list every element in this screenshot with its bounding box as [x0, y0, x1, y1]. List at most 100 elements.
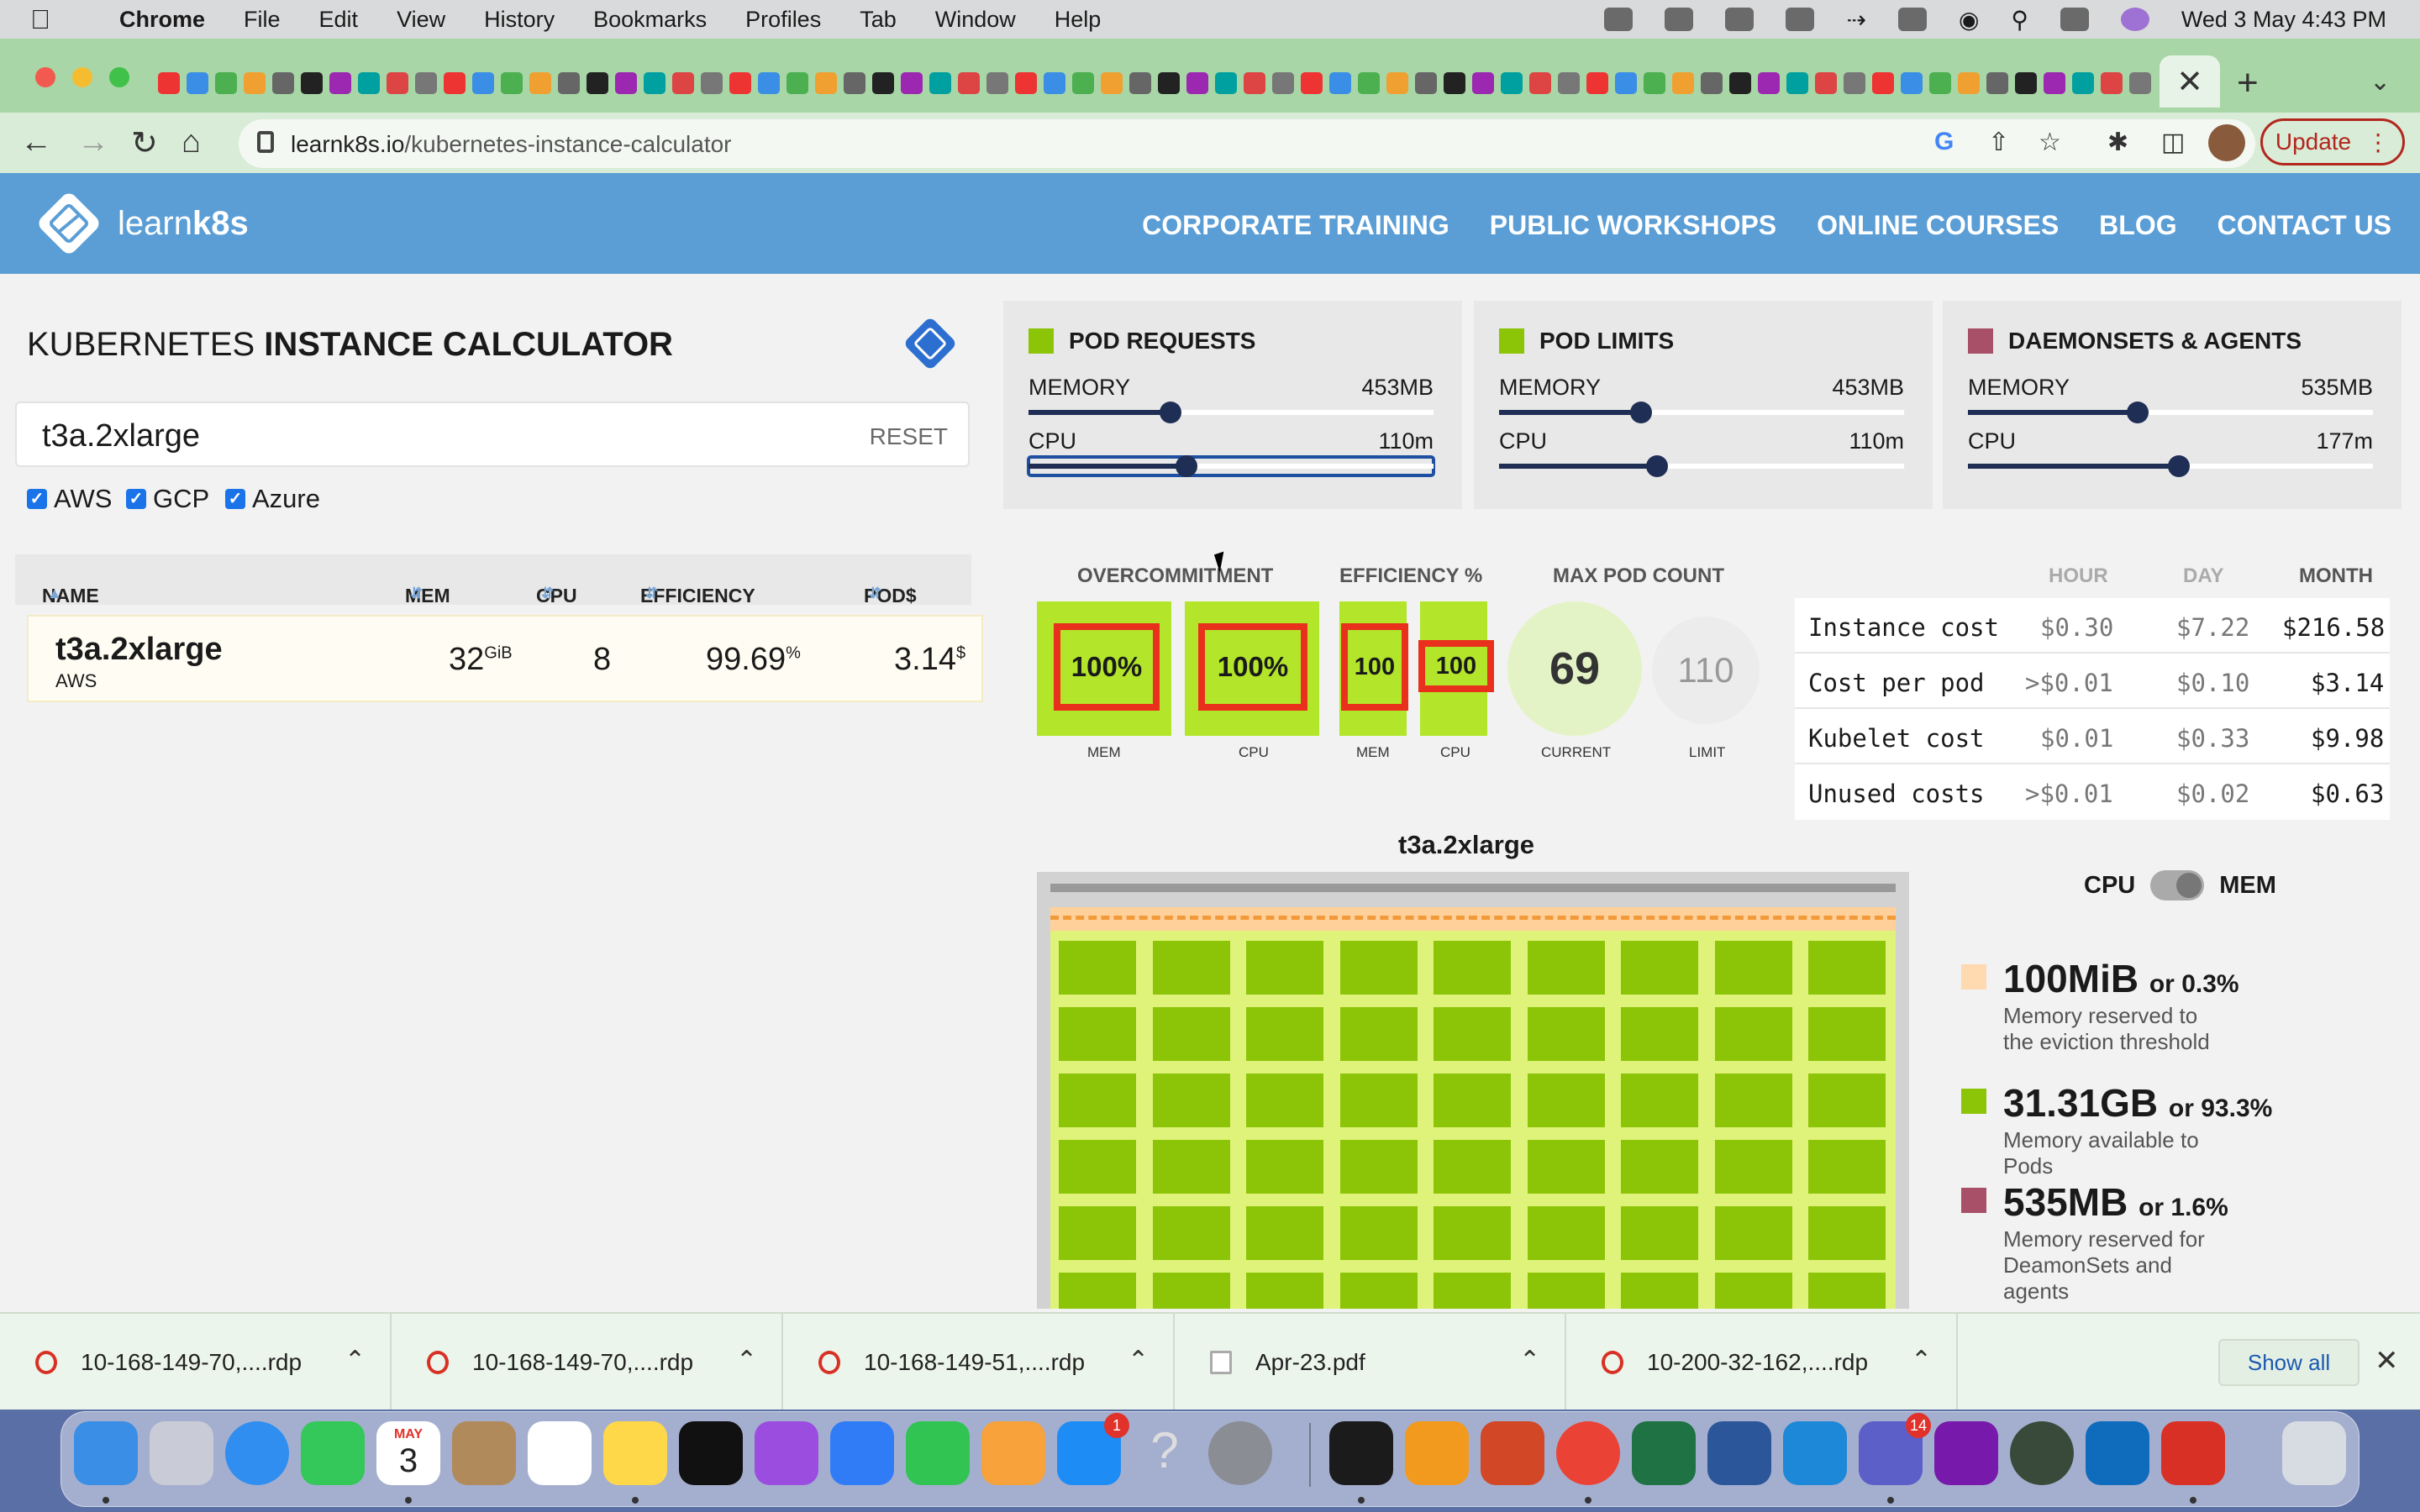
tab-favicon-icon[interactable]	[672, 72, 694, 94]
tab-favicon-icon[interactable]	[1558, 72, 1580, 94]
slider-knob[interactable]	[1645, 455, 1668, 477]
teams-icon[interactable]: 14	[1859, 1413, 1931, 1485]
tab-favicon-icon[interactable]	[329, 72, 351, 94]
download-item[interactable]: 10-168-149-70,....rdp ⌃	[392, 1314, 783, 1411]
bookmark-star-icon[interactable]: ☆	[2039, 128, 2061, 157]
tab-favicon-icon[interactable]	[444, 72, 466, 94]
tab-favicon-icon[interactable]	[472, 72, 494, 94]
git-client-icon[interactable]	[2010, 1421, 2074, 1485]
menu-bookmarks[interactable]: Bookmarks	[593, 7, 707, 33]
siri-icon[interactable]	[2120, 8, 2149, 31]
tab-favicon-icon[interactable]	[415, 72, 437, 94]
terminal-icon[interactable]	[1329, 1421, 1393, 1485]
tab-favicon-icon[interactable]	[615, 72, 637, 94]
safari-icon[interactable]	[225, 1421, 289, 1485]
word-icon[interactable]	[1707, 1421, 1771, 1485]
tab-favicon-icon[interactable]	[387, 72, 408, 94]
facetime-icon[interactable]	[301, 1421, 365, 1485]
window-zoom-icon[interactable]	[109, 67, 129, 87]
close-tab-icon[interactable]: ✕	[2176, 63, 2203, 101]
tab-favicon-icon[interactable]	[529, 72, 551, 94]
tab-favicon-icon[interactable]	[558, 72, 580, 94]
instance-search-input[interactable]	[42, 418, 798, 454]
shield-icon[interactable]	[1725, 8, 1754, 31]
window-minimize-icon[interactable]	[72, 67, 92, 87]
menu-view[interactable]: View	[397, 7, 445, 33]
remote-desktop-icon[interactable]	[2161, 1421, 2225, 1485]
tab-favicon-icon[interactable]	[644, 72, 666, 94]
tab-favicon-icon[interactable]	[1358, 72, 1380, 94]
sublime-text-icon[interactable]	[1405, 1421, 1469, 1485]
tab-favicon-icon[interactable]	[1158, 72, 1180, 94]
tab-favicon-icon[interactable]	[986, 72, 1008, 94]
extensions-icon[interactable]: ✱	[2107, 128, 2128, 157]
nav-public-workshops[interactable]: PUBLIC WORKSHOPS	[1490, 210, 1776, 241]
tab-favicon-icon[interactable]	[1586, 72, 1608, 94]
google-lens-icon[interactable]: G	[1934, 128, 1954, 156]
tab-favicon-icon[interactable]	[187, 72, 208, 94]
tab-favicon-icon[interactable]	[1272, 72, 1294, 94]
checkbox-checked-icon[interactable]: ✓	[126, 489, 146, 509]
tab-favicon-icon[interactable]	[2101, 72, 2123, 94]
tab-favicon-icon[interactable]	[272, 72, 294, 94]
vscode-icon[interactable]	[1783, 1421, 1847, 1485]
powerpoint-icon[interactable]	[1481, 1421, 1544, 1485]
control-center-icon[interactable]	[2060, 8, 2089, 31]
tab-favicon-icon[interactable]	[1872, 72, 1894, 94]
slider-knob[interactable]	[1629, 402, 1652, 423]
share-icon[interactable]: ⇧	[1988, 128, 2009, 157]
tab-favicon-icon[interactable]	[301, 72, 323, 94]
slider-knob[interactable]	[2167, 455, 2190, 477]
tab-favicon-icon[interactable]	[1701, 72, 1723, 94]
system-settings-icon[interactable]	[1208, 1421, 1272, 1485]
tab-favicon-icon[interactable]	[1958, 72, 1980, 94]
download-item[interactable]: 10-200-32-162,....rdp ⌃	[1566, 1314, 1958, 1411]
podcasts-icon[interactable]	[755, 1421, 818, 1485]
chevron-up-icon[interactable]: ⌃	[345, 1346, 366, 1375]
menu-app-name[interactable]: Chrome	[119, 7, 205, 33]
cpu-mem-toggle[interactable]: CPU MEM	[2084, 870, 2276, 900]
forward-icon[interactable]: →	[77, 124, 109, 160]
toggle-switch[interactable]	[2150, 870, 2205, 900]
menu-file[interactable]: File	[244, 7, 281, 33]
tab-favicon-icon[interactable]	[1129, 72, 1151, 94]
tab-favicon-icon[interactable]	[1444, 72, 1465, 94]
tab-favicon-icon[interactable]	[1072, 72, 1094, 94]
search-icon[interactable]: ⚲	[2011, 6, 2028, 34]
table-row[interactable]: t3a.2xlarge AWS 32GiB 8 99.69% 3.14$	[27, 615, 983, 702]
tab-favicon-icon[interactable]	[1644, 72, 1665, 94]
window-close-icon[interactable]	[35, 67, 55, 87]
app-store-icon[interactable]: 1	[1057, 1413, 1129, 1485]
tab-favicon-icon[interactable]	[815, 72, 837, 94]
menu-window[interactable]: Window	[935, 7, 1016, 33]
outlook-icon[interactable]	[2086, 1421, 2149, 1485]
battery-icon[interactable]	[1897, 8, 1927, 31]
tab-favicon-icon[interactable]	[901, 72, 923, 94]
tab-favicon-icon[interactable]	[872, 72, 894, 94]
tab-favicon-icon[interactable]	[844, 72, 865, 94]
provider-azure-checkbox[interactable]: ✓ Azure	[225, 484, 320, 514]
update-button[interactable]: Update ⋮	[2260, 118, 2405, 165]
chevron-up-icon[interactable]: ⌃	[1519, 1346, 1540, 1375]
active-tab[interactable]: ✕	[2160, 55, 2220, 108]
back-icon[interactable]: ←	[20, 124, 52, 160]
wifi-icon[interactable]: ◉	[1959, 6, 1979, 34]
notes-icon[interactable]	[603, 1421, 667, 1485]
tab-favicon-icon[interactable]	[1729, 72, 1751, 94]
tab-favicon-icon[interactable]	[1786, 72, 1808, 94]
tab-favicon-icon[interactable]	[1844, 72, 1865, 94]
tab-favicon-icon[interactable]	[358, 72, 380, 94]
tab-favicon-icon[interactable]	[1101, 72, 1123, 94]
slider-knob[interactable]	[1175, 455, 1197, 477]
checkbox-checked-icon[interactable]: ✓	[27, 489, 47, 509]
download-item[interactable]: 10-168-149-70,....rdp ⌃	[0, 1314, 392, 1411]
show-all-downloads-button[interactable]: Show all	[2218, 1339, 2360, 1386]
reset-button[interactable]: RESET	[870, 423, 948, 450]
menu-history[interactable]: History	[484, 7, 555, 33]
chevron-up-icon[interactable]: ⌃	[1128, 1346, 1149, 1375]
keynote-icon[interactable]	[830, 1421, 894, 1485]
reminders-icon[interactable]	[528, 1421, 592, 1485]
learnk8s-logo-icon[interactable]	[35, 190, 103, 257]
side-panel-icon[interactable]: ◫	[2161, 128, 2185, 157]
chevron-up-icon[interactable]: ⌃	[736, 1346, 757, 1375]
